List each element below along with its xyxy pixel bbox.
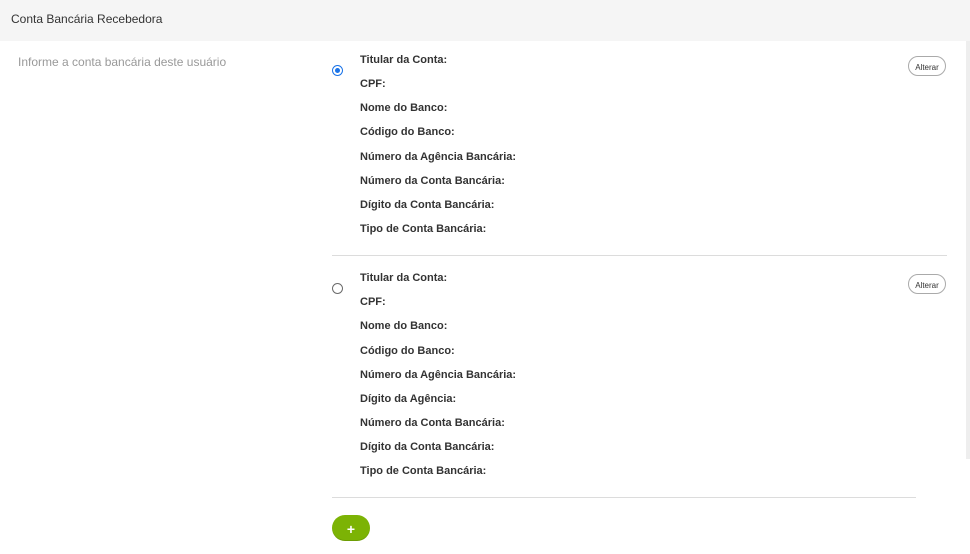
account-field-bank-code: Código do Banco:	[360, 126, 455, 138]
account-select-radio[interactable]	[332, 65, 343, 76]
account-field-bank-code: Código do Banco:	[360, 345, 455, 357]
account-select-radio[interactable]	[332, 283, 343, 294]
account-divider	[332, 255, 947, 256]
account-field-account-type: Tipo de Conta Bancária:	[360, 223, 487, 235]
add-account-button[interactable]: +	[332, 515, 370, 541]
account-field-account-type: Tipo de Conta Bancária:	[360, 465, 487, 477]
account-field-holder: Titular da Conta:	[360, 272, 448, 284]
section-description: Informe a conta bancária deste usuário	[18, 55, 227, 69]
account-field-agency-number: Número da Agência Bancária:	[360, 151, 517, 163]
account-field-account-number: Número da Conta Bancária:	[360, 417, 505, 429]
account-field-bank-name: Nome do Banco:	[360, 102, 448, 114]
account-field-holder: Titular da Conta:	[360, 54, 448, 66]
section-title: Conta Bancária Recebedora	[11, 12, 163, 26]
account-field-agency-digit: Dígito da Agência:	[360, 393, 457, 405]
bank-account-card: Titular da Conta: CPF: Nome do Banco: Có…	[332, 54, 947, 256]
account-field-bank-name: Nome do Banco:	[360, 320, 448, 332]
account-field-agency-number: Número da Agência Bancária:	[360, 369, 517, 381]
scrollbar-track[interactable]	[966, 41, 970, 459]
account-field-account-number: Número da Conta Bancária:	[360, 175, 505, 187]
bank-account-card: Titular da Conta: CPF: Nome do Banco: Có…	[332, 272, 947, 498]
account-field-cpf: CPF:	[360, 296, 386, 308]
alter-account-button[interactable]: Alterar	[908, 274, 946, 294]
alter-account-button[interactable]: Alterar	[908, 56, 946, 76]
account-field-cpf: CPF:	[360, 78, 386, 90]
account-field-account-digit: Dígito da Conta Bancária:	[360, 441, 495, 453]
account-field-account-digit: Dígito da Conta Bancária:	[360, 199, 495, 211]
account-divider	[332, 497, 916, 498]
section-header: Conta Bancária Recebedora	[0, 0, 970, 41]
